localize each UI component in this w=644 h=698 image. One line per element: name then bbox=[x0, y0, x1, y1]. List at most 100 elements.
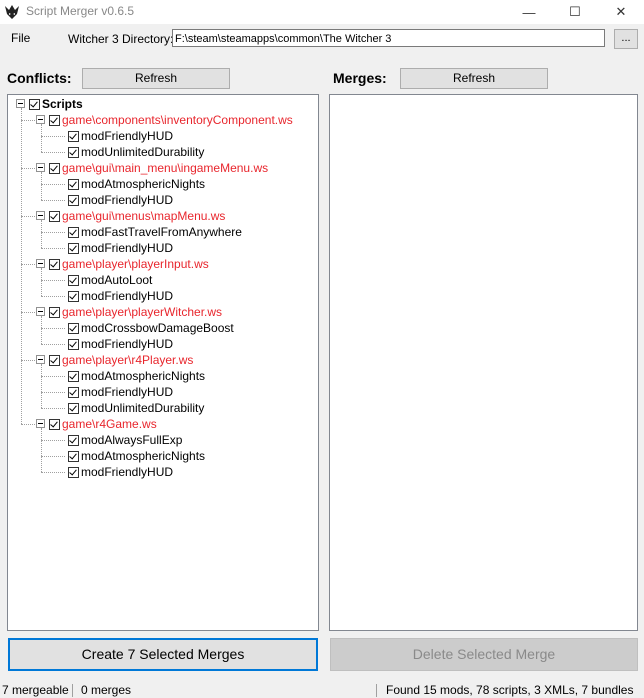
checkbox-checked-icon[interactable] bbox=[68, 403, 79, 414]
tree-file-node-label: game\gui\main_menu\ingameMenu.ws bbox=[62, 161, 269, 175]
tree-file-node[interactable]: game\r4Game.ws bbox=[36, 416, 157, 432]
tree-connector bbox=[41, 296, 65, 297]
tree-mod-node-label: modFriendlyHUD bbox=[81, 337, 174, 351]
checkbox-checked-icon[interactable] bbox=[68, 179, 79, 190]
tree-mod-node[interactable]: modFriendlyHUD bbox=[68, 192, 173, 208]
checkbox-checked-icon[interactable] bbox=[68, 451, 79, 462]
tree-mod-node[interactable]: modAlwaysFullExp bbox=[68, 432, 182, 448]
tree-connector bbox=[41, 232, 65, 233]
create-merges-button[interactable]: Create 7 Selected Merges bbox=[8, 638, 318, 671]
tree-file-node[interactable]: game\player\playerInput.ws bbox=[36, 256, 209, 272]
status-mergeable: 7 mergeable bbox=[2, 683, 69, 697]
tree-mod-node[interactable]: modFriendlyHUD bbox=[68, 288, 173, 304]
conflicts-tree[interactable]: Scripts game\components\inventoryComponen… bbox=[7, 94, 319, 631]
window-title: Script Merger v0.6.5 bbox=[26, 4, 135, 18]
directory-input[interactable]: F:\steam\steamapps\common\The Witcher 3 bbox=[172, 29, 605, 47]
tree-file-node[interactable]: game\gui\main_menu\ingameMenu.ws bbox=[36, 160, 268, 176]
menu-file[interactable]: File bbox=[11, 31, 30, 45]
tree-connector bbox=[41, 316, 42, 344]
tree-mod-node-label: modFriendlyHUD bbox=[81, 465, 174, 479]
checkbox-checked-icon[interactable] bbox=[68, 435, 79, 446]
tree-file-node[interactable]: game\components\inventoryComponent.ws bbox=[36, 112, 293, 128]
tree-mod-node[interactable]: modAtmosphericNights bbox=[68, 448, 205, 464]
delete-merge-button[interactable]: Delete Selected Merge bbox=[330, 638, 638, 671]
checkbox-checked-icon[interactable] bbox=[49, 115, 60, 126]
refresh-merges-button[interactable]: Refresh bbox=[400, 68, 548, 89]
tree-connector bbox=[41, 472, 65, 473]
tree-mod-node[interactable]: modUnlimitedDurability bbox=[68, 144, 204, 160]
tree-mod-node[interactable]: modCrossbowDamageBoost bbox=[68, 320, 234, 336]
tree-mod-node-label: modUnlimitedDurability bbox=[81, 145, 205, 159]
tree-mod-node[interactable]: modFriendlyHUD bbox=[68, 128, 173, 144]
checkbox-checked-icon[interactable] bbox=[68, 371, 79, 382]
directory-label: Witcher 3 Directory: bbox=[68, 32, 174, 46]
collapse-toggle-icon[interactable] bbox=[36, 259, 45, 268]
tree-root-scripts-label: Scripts bbox=[42, 97, 83, 111]
checkbox-checked-icon[interactable] bbox=[68, 243, 79, 254]
close-button[interactable]: ✕ bbox=[598, 0, 644, 24]
collapse-toggle-icon[interactable] bbox=[36, 211, 45, 220]
tree-mod-node-label: modFriendlyHUD bbox=[81, 193, 174, 207]
tree-connector bbox=[41, 376, 65, 377]
tree-connector bbox=[41, 136, 65, 137]
checkbox-checked-icon[interactable] bbox=[68, 147, 79, 158]
collapse-toggle-icon[interactable] bbox=[36, 419, 45, 428]
tree-connector bbox=[41, 428, 42, 472]
collapse-toggle-icon[interactable] bbox=[16, 99, 25, 108]
tree-mod-node[interactable]: modFriendlyHUD bbox=[68, 384, 173, 400]
checkbox-checked-icon[interactable] bbox=[68, 339, 79, 350]
tree-root-scripts[interactable]: Scripts bbox=[16, 96, 83, 112]
status-bar: 7 mergeable 0 merges Found 15 mods, 78 s… bbox=[0, 682, 644, 698]
tree-connector bbox=[41, 220, 42, 248]
tree-mod-node[interactable]: modAutoLoot bbox=[68, 272, 152, 288]
tree-connector bbox=[41, 344, 65, 345]
tree-mod-node[interactable]: modFriendlyHUD bbox=[68, 336, 173, 352]
tree-connector bbox=[41, 200, 65, 201]
tree-mod-node-label: modFriendlyHUD bbox=[81, 129, 174, 143]
tree-mod-node-label: modAlwaysFullExp bbox=[81, 433, 183, 447]
merges-label: Merges: bbox=[333, 70, 387, 86]
tree-file-node-label: game\r4Game.ws bbox=[62, 417, 157, 431]
tree-mod-node-label: modFastTravelFromAnywhere bbox=[81, 225, 242, 239]
checkbox-checked-icon[interactable] bbox=[49, 307, 60, 318]
checkbox-checked-icon[interactable] bbox=[68, 467, 79, 478]
tree-file-node-label: game\player\r4Player.ws bbox=[62, 353, 194, 367]
tree-mod-node[interactable]: modUnlimitedDurability bbox=[68, 400, 204, 416]
tree-mod-node[interactable]: modAtmosphericNights bbox=[68, 176, 205, 192]
checkbox-checked-icon[interactable] bbox=[68, 131, 79, 142]
tree-mod-node[interactable]: modFriendlyHUD bbox=[68, 464, 173, 480]
checkbox-checked-icon[interactable] bbox=[49, 163, 60, 174]
tree-connector bbox=[21, 168, 35, 169]
tree-mod-node[interactable]: modAtmosphericNights bbox=[68, 368, 205, 384]
checkbox-checked-icon[interactable] bbox=[68, 323, 79, 334]
collapse-toggle-icon[interactable] bbox=[36, 307, 45, 316]
status-merges: 0 merges bbox=[81, 683, 132, 697]
checkbox-checked-icon[interactable] bbox=[68, 275, 79, 286]
checkbox-checked-icon[interactable] bbox=[68, 291, 79, 302]
checkbox-checked-icon[interactable] bbox=[49, 355, 60, 366]
tree-file-node[interactable]: game\player\playerWitcher.ws bbox=[36, 304, 222, 320]
tree-file-node[interactable]: game\gui\menus\mapMenu.ws bbox=[36, 208, 225, 224]
collapse-toggle-icon[interactable] bbox=[36, 355, 45, 364]
tree-file-node[interactable]: game\player\r4Player.ws bbox=[36, 352, 193, 368]
tree-mod-node-label: modFriendlyHUD bbox=[81, 385, 174, 399]
collapse-toggle-icon[interactable] bbox=[36, 115, 45, 124]
collapse-toggle-icon[interactable] bbox=[36, 163, 45, 172]
tree-mod-node-label: modCrossbowDamageBoost bbox=[81, 321, 234, 335]
tree-connector bbox=[41, 248, 65, 249]
minimize-button[interactable]: — bbox=[506, 0, 552, 24]
checkbox-checked-icon[interactable] bbox=[68, 195, 79, 206]
checkbox-checked-icon[interactable] bbox=[29, 99, 40, 110]
tree-mod-node-label: modAtmosphericNights bbox=[81, 177, 206, 191]
checkbox-checked-icon[interactable] bbox=[49, 259, 60, 270]
tree-mod-node[interactable]: modFriendlyHUD bbox=[68, 240, 173, 256]
checkbox-checked-icon[interactable] bbox=[49, 211, 60, 222]
refresh-conflicts-button[interactable]: Refresh bbox=[82, 68, 230, 89]
merges-tree[interactable] bbox=[329, 94, 638, 631]
maximize-button[interactable]: ☐ bbox=[552, 0, 598, 24]
browse-button[interactable]: ... bbox=[614, 29, 638, 49]
checkbox-checked-icon[interactable] bbox=[68, 227, 79, 238]
checkbox-checked-icon[interactable] bbox=[68, 387, 79, 398]
tree-mod-node[interactable]: modFastTravelFromAnywhere bbox=[68, 224, 242, 240]
checkbox-checked-icon[interactable] bbox=[49, 419, 60, 430]
